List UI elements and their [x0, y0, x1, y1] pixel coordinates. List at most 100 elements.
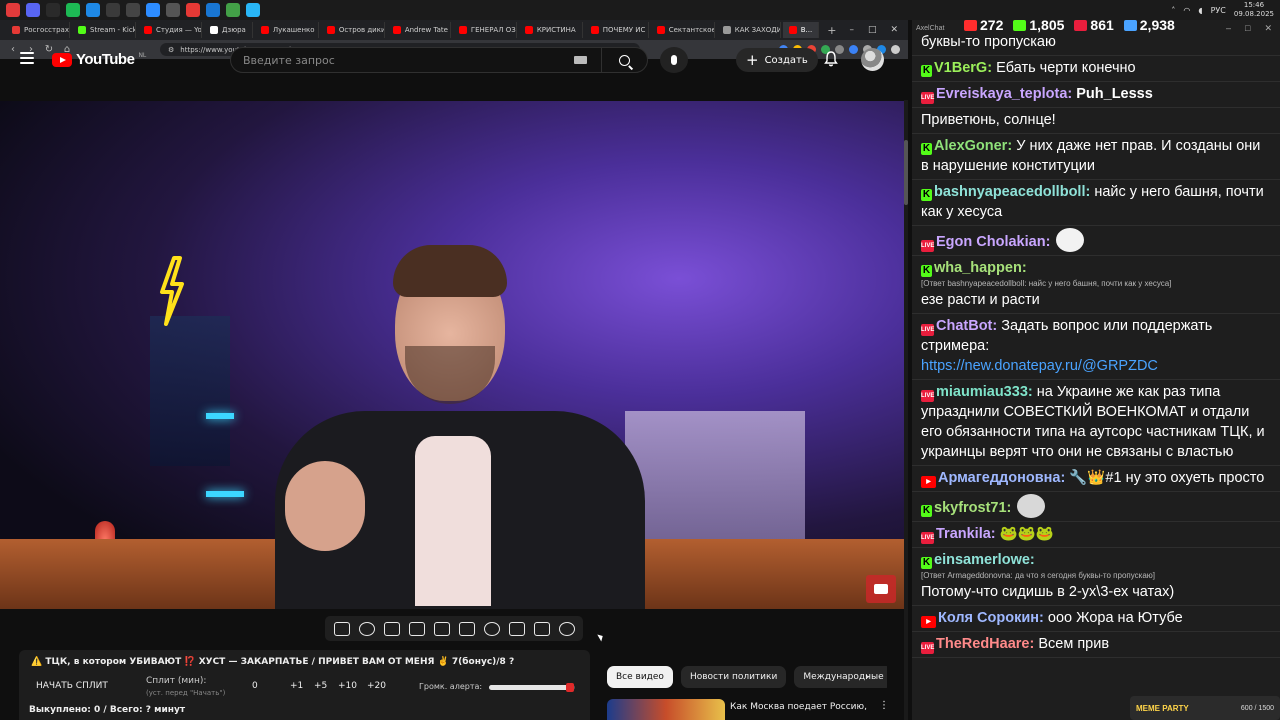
alert-volume-fill: [489, 685, 572, 690]
speed-icon[interactable]: [483, 621, 500, 636]
close-icon[interactable]: ✕: [890, 25, 898, 35]
taskbar-app-icon[interactable]: [66, 3, 80, 17]
chat-username[interactable]: AlexGoner:: [934, 138, 1012, 154]
taskbar-app-icon[interactable]: [46, 3, 60, 17]
voice-search-button[interactable]: [660, 47, 688, 73]
keyboard-icon[interactable]: [574, 56, 587, 64]
add-screen-icon[interactable]: [508, 621, 525, 636]
watch-icon[interactable]: [383, 621, 400, 636]
clapperboard-icon[interactable]: [408, 621, 425, 636]
kick-icon: K: [921, 505, 932, 517]
alert-volume-slider[interactable]: [489, 683, 575, 692]
create-button[interactable]: + Создать: [736, 48, 818, 72]
chat-username[interactable]: Egon Cholakian:: [936, 234, 1050, 250]
taskbar-app-icon[interactable]: [106, 3, 120, 17]
taskbar-app-icon[interactable]: [86, 3, 100, 17]
language-indicator[interactable]: РУС: [1211, 6, 1226, 15]
chevron-right-icon[interactable]: ›: [865, 670, 869, 683]
settings-icon[interactable]: [558, 621, 575, 636]
cinema-icon[interactable]: [458, 621, 475, 636]
clock[interactable]: 15:46 09.08.2025: [1234, 1, 1274, 19]
browser-tab[interactable]: Stream - Kick: [72, 22, 136, 38]
chat-username[interactable]: bashnyapeacedollboll:: [934, 184, 1090, 200]
chat-username[interactable]: Коля Сорокин:: [938, 610, 1044, 626]
chip-international[interactable]: Международные: [794, 666, 887, 688]
notifications-bell-icon[interactable]: [824, 51, 838, 67]
browser-tab[interactable]: КАК ЗАХОДИ: [717, 22, 781, 38]
chat-username[interactable]: skyfrost71:: [934, 500, 1011, 516]
taskbar-app-icon[interactable]: [206, 3, 220, 17]
browser-tab[interactable]: Сектантское: [651, 22, 715, 38]
close-icon[interactable]: ✕: [1264, 23, 1272, 34]
browser-tab[interactable]: КРИСТИНА: [519, 22, 583, 38]
add-10-button[interactable]: +10: [338, 681, 357, 691]
chat-username[interactable]: V1BerG:: [934, 60, 992, 76]
chat-username[interactable]: Evreiskaya_teplota:: [936, 86, 1072, 102]
browser-tab[interactable]: Росгосстрах: [6, 22, 70, 38]
live-icon: LIVE: [921, 92, 934, 104]
chat-text: буквы-то пропускаю: [921, 34, 1056, 50]
chat-username[interactable]: einsamerlowe:: [934, 552, 1035, 568]
taskbar-app-icon[interactable]: [186, 3, 200, 17]
chat-username[interactable]: Trankila:: [936, 526, 996, 542]
start-split-button[interactable]: НАЧАТЬ СПЛИТ: [36, 681, 108, 691]
taskbar-app-icon[interactable]: [166, 3, 180, 17]
taskbar-app-icon[interactable]: [226, 3, 240, 17]
chat-username[interactable]: ChatBot:: [936, 318, 997, 334]
browser-tab[interactable]: В...: [782, 22, 820, 38]
taskbar-app-icon[interactable]: [26, 3, 40, 17]
chat-username[interactable]: miaumiau333:: [936, 384, 1033, 400]
taskbar-app-icon[interactable]: [6, 3, 20, 17]
browser-tab[interactable]: Остров дикий: [321, 22, 385, 38]
chevron-up-icon[interactable]: ˄: [1171, 6, 1175, 15]
tab-label: Студия — YouTube: [156, 26, 202, 34]
chat-username[interactable]: wha_happen:: [934, 260, 1027, 276]
menu-icon[interactable]: [20, 52, 34, 64]
search-button[interactable]: [601, 48, 647, 72]
taskbar-app-icon[interactable]: [146, 3, 160, 17]
chat-link[interactable]: https://new.donatepay.ru/@GRPZDC: [921, 358, 1158, 374]
chat-username[interactable]: TheRedHaare:: [936, 636, 1034, 652]
youtube-logo[interactable]: YouTube NL: [52, 51, 146, 68]
account-avatar[interactable]: [861, 48, 884, 71]
audio-icon[interactable]: [358, 621, 375, 636]
chat-username[interactable]: Армагеддоновна:: [938, 470, 1065, 486]
viewer-stat: 2,938: [1123, 20, 1175, 33]
viewer-stats: 272 1,805 861 2,938: [964, 20, 1175, 33]
add-20-button[interactable]: +20: [367, 681, 386, 691]
browser-tab[interactable]: Дзюра: [204, 22, 253, 38]
tab-favicon-icon: [392, 26, 401, 34]
resize-icon[interactable]: [433, 621, 450, 636]
taskbar-app-icon[interactable]: [126, 3, 140, 17]
minimize-icon[interactable]: –: [849, 25, 854, 35]
browser-tab[interactable]: ПОЧЕМУ ИС: [585, 22, 649, 38]
new-tab-icon[interactable]: +: [821, 24, 842, 37]
more-options-icon[interactable]: ⋮: [879, 700, 889, 711]
channel-watermark-icon[interactable]: [866, 575, 896, 603]
page-scrollbar-thumb[interactable]: [904, 140, 908, 205]
add-5-button[interactable]: +5: [314, 681, 327, 691]
browser-tab[interactable]: Andrew Tate: [387, 22, 451, 38]
browser-tab[interactable]: Студия — YouTube: [138, 22, 202, 38]
browser-tab[interactable]: Лукашенко: [255, 22, 319, 38]
taskbar-app-icon[interactable]: [246, 3, 260, 17]
volume-icon[interactable]: ◖: [1198, 6, 1202, 15]
chat-message: ▶ Армагеддоновна: 🔧👑#1 ну это охуеть прос…: [912, 466, 1280, 492]
related-video-title[interactable]: Как Москва поедает Россию,: [730, 702, 870, 712]
loop-icon[interactable]: [333, 621, 350, 636]
alert-volume-knob[interactable]: [565, 683, 574, 692]
chip-politics-news[interactable]: Новости политики: [680, 666, 787, 688]
related-video-thumbnail[interactable]: [607, 699, 725, 720]
video-player[interactable]: [0, 101, 905, 609]
tab-strip: Росгосстрах Stream - Kick Студия — YouTube…: [0, 20, 908, 40]
chip-all-videos[interactable]: Все видео: [607, 666, 673, 688]
search-input[interactable]: [231, 53, 574, 67]
add-1-button[interactable]: +1: [290, 681, 303, 691]
wifi-icon[interactable]: ◠: [1183, 6, 1190, 15]
screenshot-icon[interactable]: [533, 621, 550, 636]
browser-tab[interactable]: ГЕНЕРАЛ ОЗ: [453, 22, 517, 38]
maximize-icon[interactable]: □: [868, 25, 877, 35]
split-totals: Выкуплено: 0 / Всего: ? минут: [29, 705, 186, 715]
minimize-icon[interactable]: –: [1226, 23, 1231, 34]
maximize-icon[interactable]: □: [1245, 23, 1250, 34]
